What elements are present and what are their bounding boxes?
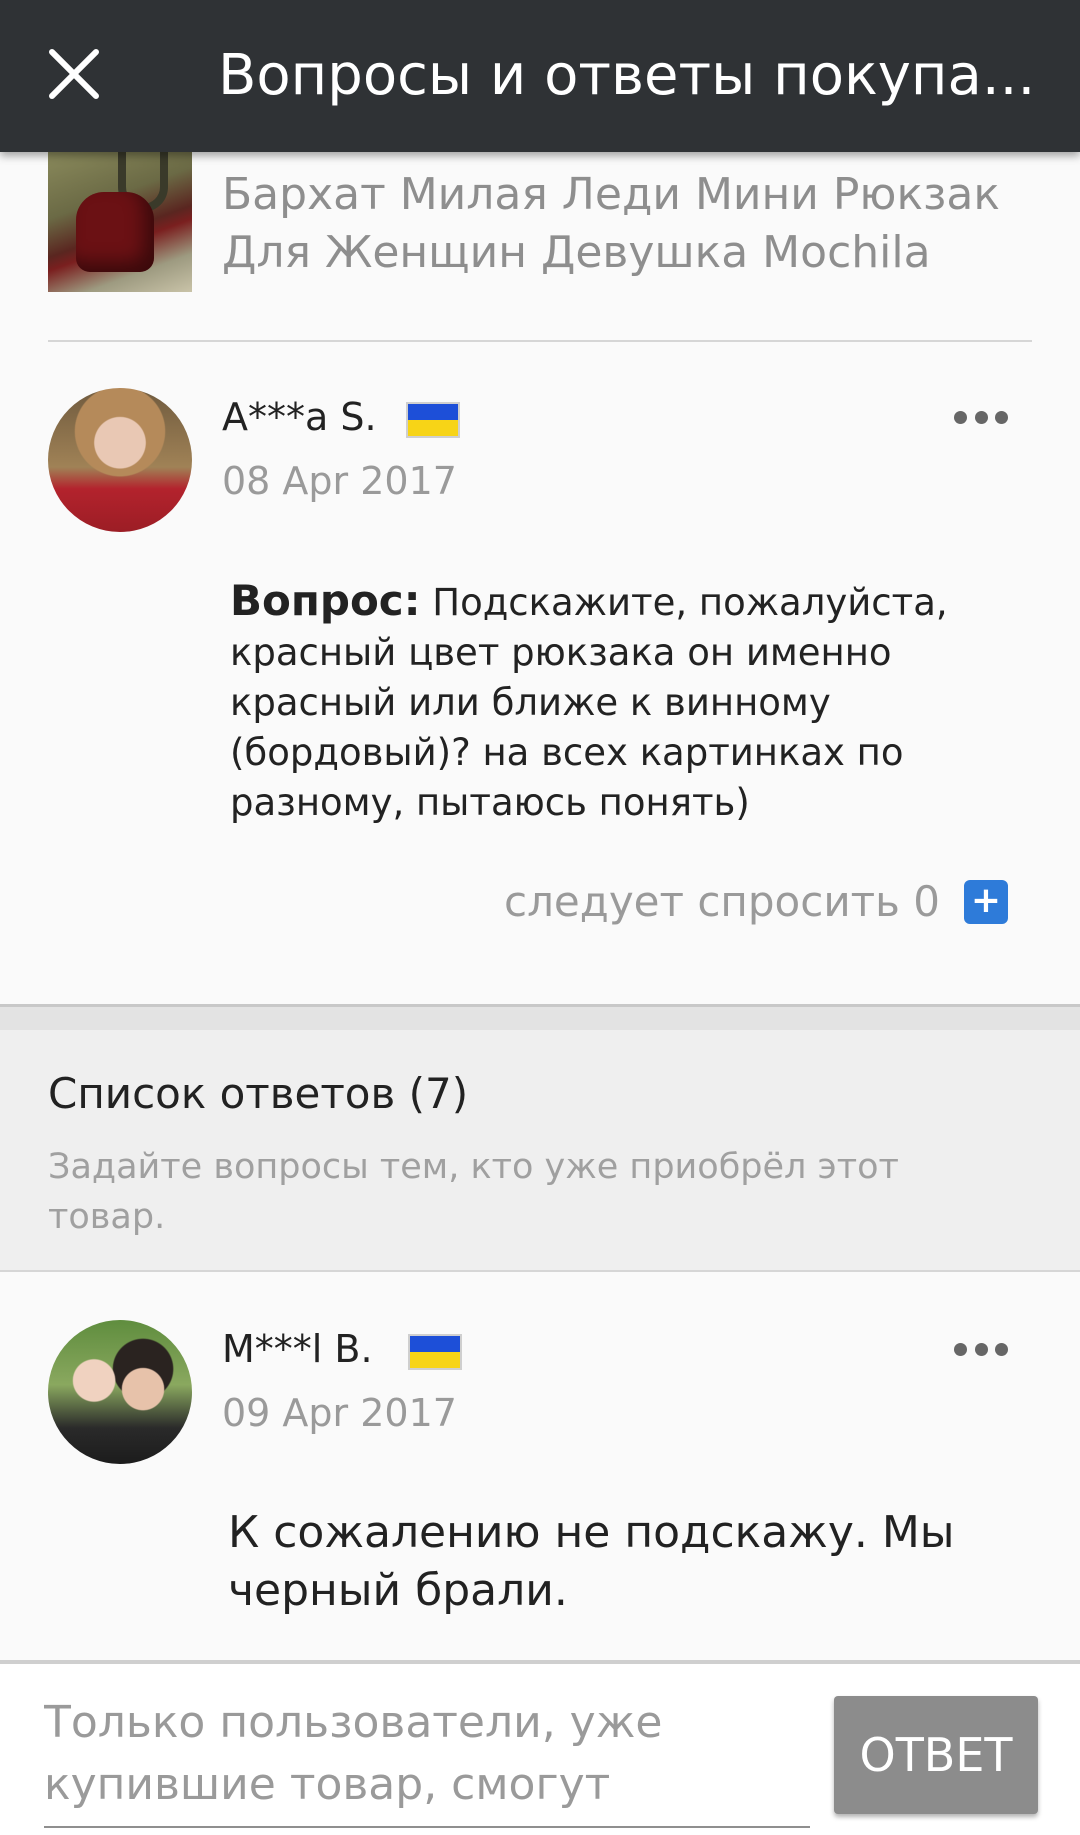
reply-input[interactable]: Только пользователи, уже купившие товар,… xyxy=(44,1692,810,1828)
question-author: A***a S. xyxy=(222,395,377,439)
question-text: Вопрос: Подскажите, пожалуйста, красный … xyxy=(230,576,1020,828)
product-thumbnail[interactable] xyxy=(48,152,192,292)
ukraine-flag-icon xyxy=(406,402,460,438)
answer-author: M***l B. xyxy=(222,1327,373,1371)
ukraine-flag-icon xyxy=(408,1334,462,1370)
avatar xyxy=(48,388,192,532)
section-divider xyxy=(0,1004,1080,1030)
follow-count-label: следует спросить 0 xyxy=(504,877,940,926)
answer-date: 09 Apr 2017 xyxy=(222,1391,457,1435)
follow-plus-button[interactable]: + xyxy=(964,880,1008,924)
close-icon[interactable] xyxy=(44,44,104,104)
question-date: 08 Apr 2017 xyxy=(222,459,457,503)
question-label: Вопрос: xyxy=(230,576,421,625)
more-options-icon[interactable] xyxy=(954,1334,1008,1364)
reply-bar: Только пользователи, уже купившие товар,… xyxy=(0,1660,1080,1835)
answers-hint: Задайте вопросы тем, кто уже приобрёл эт… xyxy=(48,1147,899,1237)
question-card: A***a S. 08 Apr 2017 Вопрос: Подскажите,… xyxy=(0,344,1080,1004)
product-summary[interactable]: Бархат Милая Леди Мини Рюкзак Для Женщин… xyxy=(48,152,1032,342)
product-name[interactable]: Бархат Милая Леди Мини Рюкзак Для Женщин… xyxy=(222,166,1032,282)
reply-button[interactable]: ОТВЕТ xyxy=(834,1696,1038,1814)
answer-item: M***l B. 09 Apr 2017 К сожалению не подс… xyxy=(0,1272,1080,1660)
answer-text: К сожалению не подскажу. Мы черный брали… xyxy=(228,1507,955,1616)
more-options-icon[interactable] xyxy=(954,402,1008,432)
page-title: Вопросы и ответы покупа... xyxy=(218,43,1036,108)
avatar xyxy=(48,1320,192,1464)
top-bar: Вопросы и ответы покупа... xyxy=(0,0,1080,152)
answers-title: Список ответов (7) xyxy=(48,1069,469,1118)
answers-header: Список ответов (7) Задайте вопросы тем, … xyxy=(0,1030,1080,1272)
